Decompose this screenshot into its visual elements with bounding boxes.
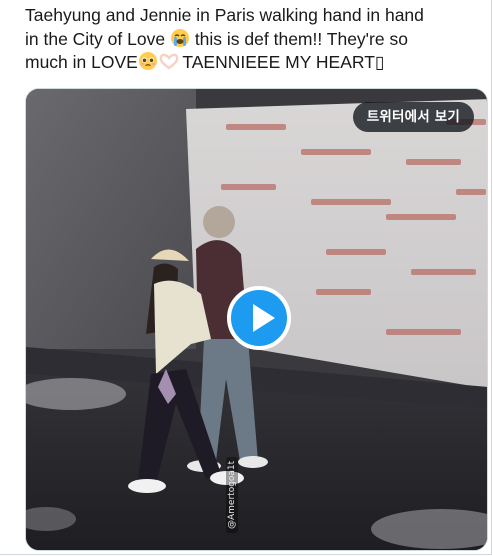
tweet-text-line3-start: much in LOVE <box>25 52 138 72</box>
play-button[interactable] <box>227 286 291 350</box>
tweet-text-line1: Taehyung and Jennie in Paris walking han… <box>25 5 424 25</box>
pleading-face-emoji-icon <box>138 51 158 71</box>
heart-hands-emoji-icon <box>158 51 179 71</box>
view-on-twitter-button[interactable]: 트위터에서 보기 <box>352 102 474 132</box>
tweet-text-line3-end: TAENNIEEE MY HEART▯ <box>177 52 385 72</box>
video-player[interactable]: 트위터에서 보기 @Amertogoa1t <box>25 88 488 551</box>
tweet-text-line2-start: in the City of Love <box>25 28 170 49</box>
loudly-crying-face-emoji-icon <box>170 28 190 48</box>
play-icon <box>253 304 275 332</box>
tweet-text: Taehyung and Jennie in Paris walking han… <box>25 4 490 75</box>
video-watermark: @Amertogoa1t <box>226 456 238 533</box>
tweet-text-line2-end: this is def them!! They're so <box>189 28 408 49</box>
tweet-card: Taehyung and Jennie in Paris walking han… <box>0 0 492 555</box>
